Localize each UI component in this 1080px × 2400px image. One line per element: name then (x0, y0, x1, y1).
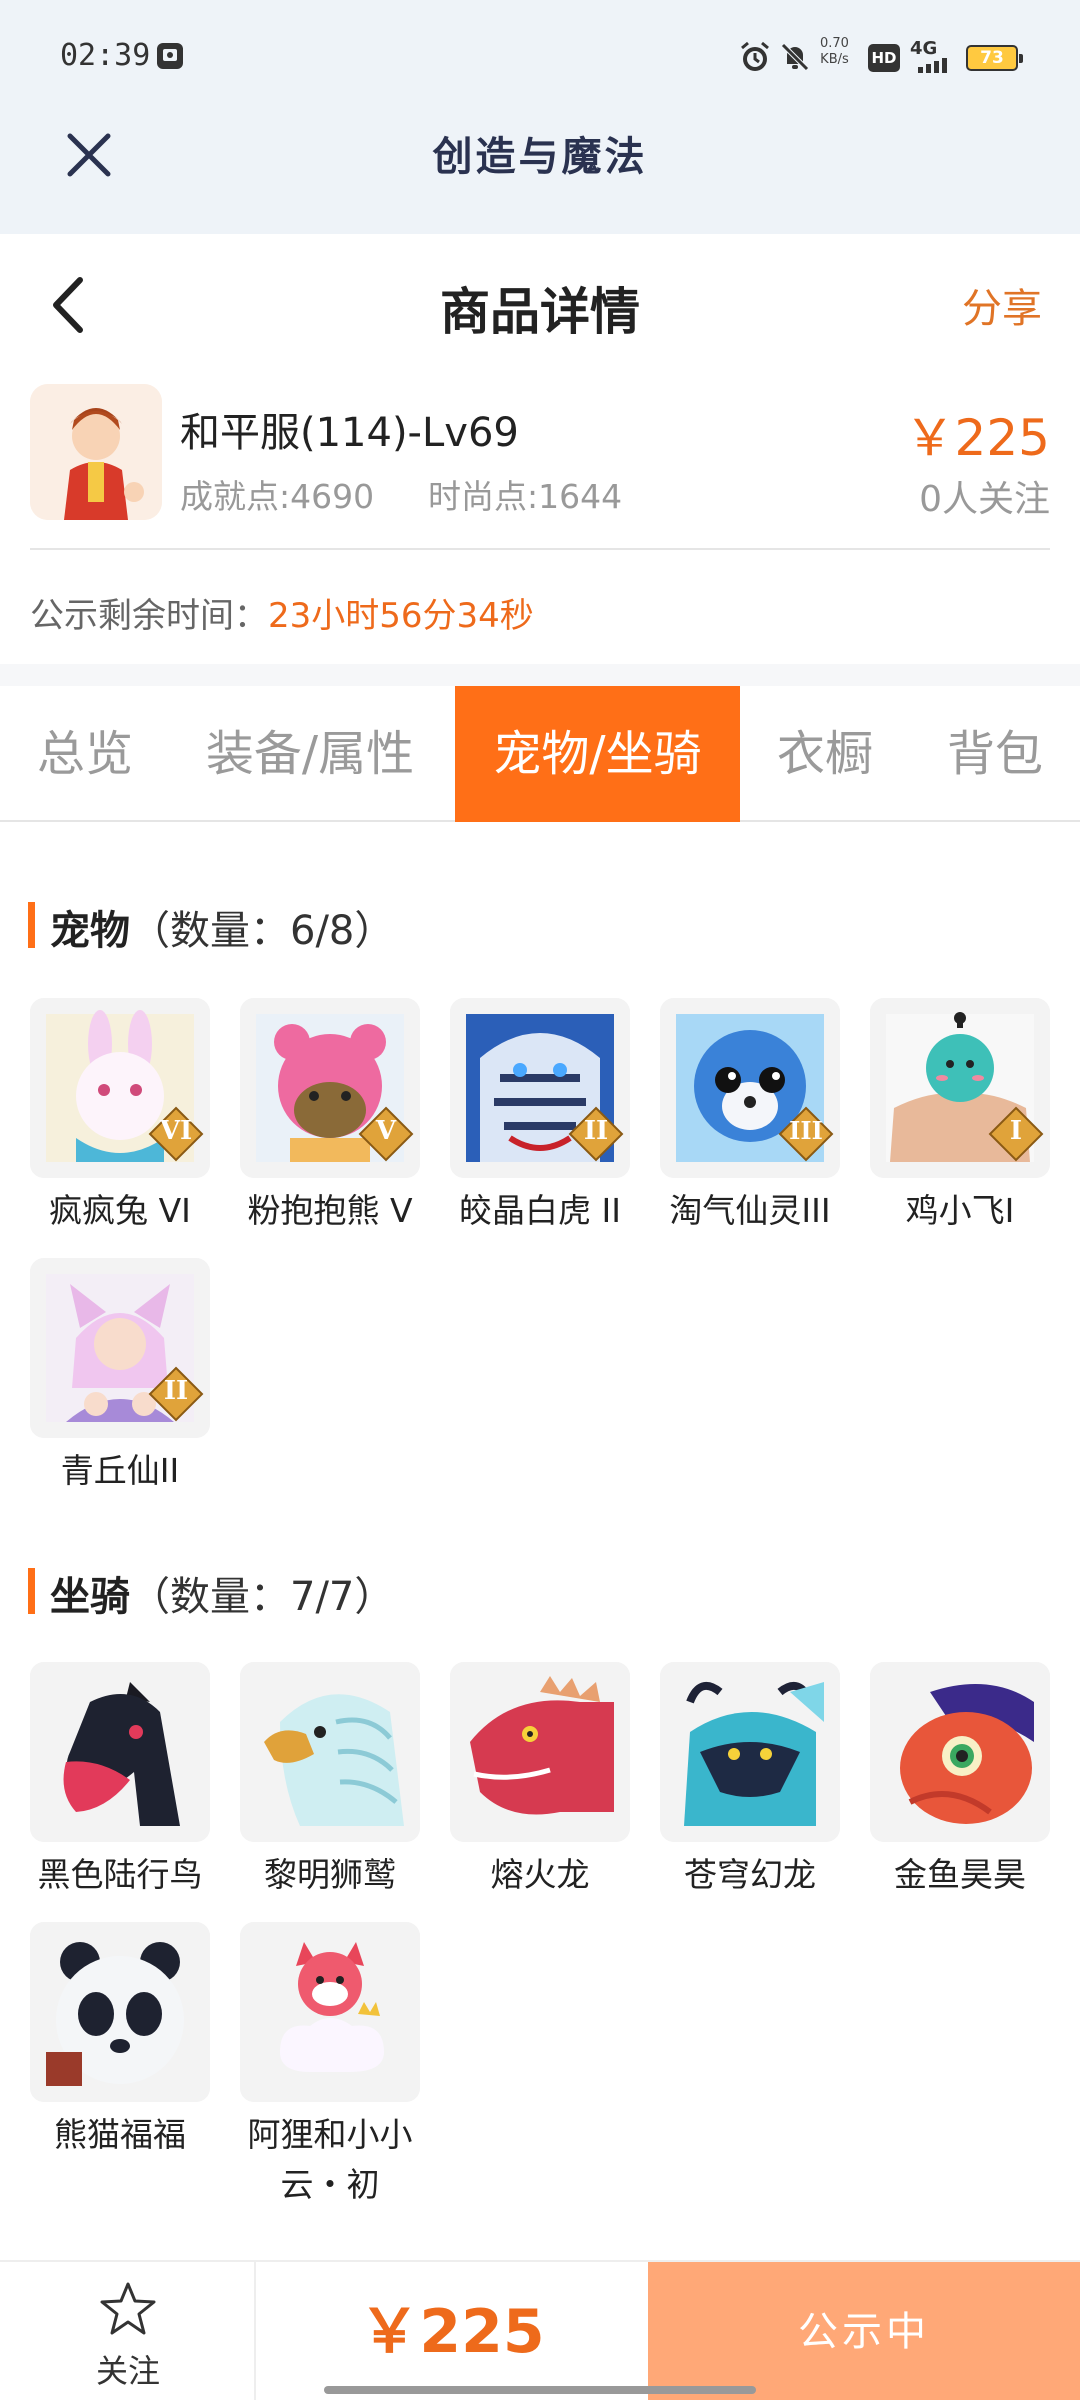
mount-name: 阿狸和小小云・初 (247, 2115, 413, 2204)
rank-badge: II (583, 1116, 609, 1146)
pet-item[interactable]: VI 疯疯兔 VI (30, 998, 210, 1236)
follow-button[interactable]: 关注 (0, 2262, 256, 2400)
battery-icon: 73 (966, 45, 1023, 71)
network-type: 4G (910, 38, 938, 59)
pet-name: 皎晶白虎 II (459, 1191, 621, 1230)
star-icon (100, 2282, 156, 2335)
section-separator (0, 664, 1080, 686)
pet-name: 淘气仙灵III (669, 1191, 831, 1230)
pet-name: 粉抱抱熊 V (247, 1191, 413, 1230)
page-title: 商品详情 (440, 283, 640, 341)
character-avatar (30, 384, 162, 520)
home-indicator[interactable] (324, 2386, 756, 2394)
tab-equipment[interactable]: 装备/属性 (190, 686, 430, 822)
share-button[interactable]: 分享 (962, 276, 1042, 334)
pet-name: 鸡小飞I (905, 1191, 1015, 1230)
mounts-section-title: 坐骑（数量：7/7） (28, 1564, 394, 1622)
countdown-timer: 公示剩余时间：23小时56分34秒 (30, 596, 534, 636)
mount-item[interactable]: 熔火龙 (450, 1662, 630, 1900)
pet-image: V (240, 998, 420, 1178)
pet-item[interactable]: V 粉抱抱熊 V (240, 998, 420, 1236)
screenshot-icon (154, 40, 186, 72)
product-summary: 和平服(114)-Lv69 成就点:4690 时尚点:1644 ￥225 0人关… (30, 384, 1050, 550)
mount-image (240, 1662, 420, 1842)
mount-item[interactable]: 黎明狮鹫 (240, 1662, 420, 1900)
pets-section-title: 宠物（数量：6/8） (28, 898, 394, 956)
follower-count: 0人关注 (919, 479, 1050, 520)
pet-item[interactable]: II 皎晶白虎 II (450, 998, 630, 1236)
pet-item[interactable]: I 鸡小飞I (870, 998, 1050, 1236)
net-speed: 0.70 KB/s (820, 36, 849, 67)
countdown-value: 23小时56分34秒 (268, 596, 534, 636)
app-top-bar: 02:39 0.70 KB/s HD 4G 73 创造与魔法 (0, 0, 1080, 234)
pet-image: II (30, 1258, 210, 1438)
bottom-action-bar: 关注 ￥225 公示中 (0, 2260, 1080, 2400)
mount-image (660, 1662, 840, 1842)
mount-name: 黎明狮鹫 (264, 1855, 396, 1894)
product-name: 和平服(114)-Lv69 (180, 410, 519, 456)
rank-badge: II (163, 1376, 189, 1406)
signal-icon (918, 58, 947, 73)
pet-item[interactable]: III 淘气仙灵III (660, 998, 840, 1236)
bottom-price: ￥225 (359, 2297, 545, 2367)
tab-pets-mounts[interactable]: 宠物/坐骑 (455, 686, 740, 822)
status-time: 02:39 (60, 38, 151, 73)
mount-image (30, 1662, 210, 1842)
mount-image (240, 1922, 420, 2102)
mount-name: 黑色陆行鸟 (37, 1855, 203, 1894)
tab-wardrobe[interactable]: 衣橱 (765, 686, 885, 822)
pet-image: I (870, 998, 1050, 1178)
alarm-icon (738, 40, 772, 74)
app-title: 创造与魔法 (432, 133, 648, 180)
mount-name: 苍穹幻龙 (684, 1855, 816, 1894)
pet-image: III (660, 998, 840, 1178)
hd-badge: HD (868, 44, 900, 72)
pet-name: 青丘仙II (60, 1451, 180, 1490)
tab-backpack[interactable]: 背包 (930, 686, 1060, 822)
product-price: ￥225 (904, 409, 1050, 467)
mount-image (870, 1662, 1050, 1842)
pet-image: II (450, 998, 630, 1178)
follow-label: 关注 (95, 2352, 160, 2390)
mount-name: 熊猫福福 (54, 2115, 186, 2154)
mount-name: 熔火龙 (490, 1855, 590, 1894)
mount-item[interactable]: 金鱼昊昊 (870, 1662, 1050, 1900)
mount-image (450, 1662, 630, 1842)
rank-badge: V (375, 1116, 397, 1146)
mount-item[interactable]: 苍穹幻龙 (660, 1662, 840, 1900)
rank-badge: I (1009, 1116, 1023, 1146)
mount-item[interactable]: 熊猫福福 (30, 1922, 210, 2160)
achievement-points: 成就点:4690 (180, 477, 375, 516)
mount-item[interactable]: 阿狸和小小云・初 (240, 1922, 420, 2210)
mount-image (30, 1922, 210, 2102)
pet-name: 疯疯兔 VI (49, 1191, 191, 1230)
mute-icon (778, 40, 812, 74)
mount-name: 金鱼昊昊 (894, 1855, 1026, 1894)
page-header: 商品详情 分享 (0, 234, 1080, 374)
rank-badge: III (789, 1116, 823, 1145)
rank-badge: VI (159, 1116, 193, 1146)
detail-tabs: 总览 装备/属性 宠物/坐骑 衣橱 背包 (0, 686, 1080, 822)
divider (30, 548, 1050, 550)
fashion-points: 时尚点:1644 (428, 477, 623, 516)
pet-image: VI (30, 998, 210, 1178)
status-bar: 02:39 0.70 KB/s HD 4G 73 (0, 0, 1080, 110)
tab-overview[interactable]: 总览 (20, 686, 150, 822)
mount-item[interactable]: 黑色陆行鸟 (30, 1662, 210, 1900)
status-button[interactable]: 公示中 (648, 2262, 1080, 2400)
pet-item[interactable]: II 青丘仙II (30, 1258, 210, 1496)
